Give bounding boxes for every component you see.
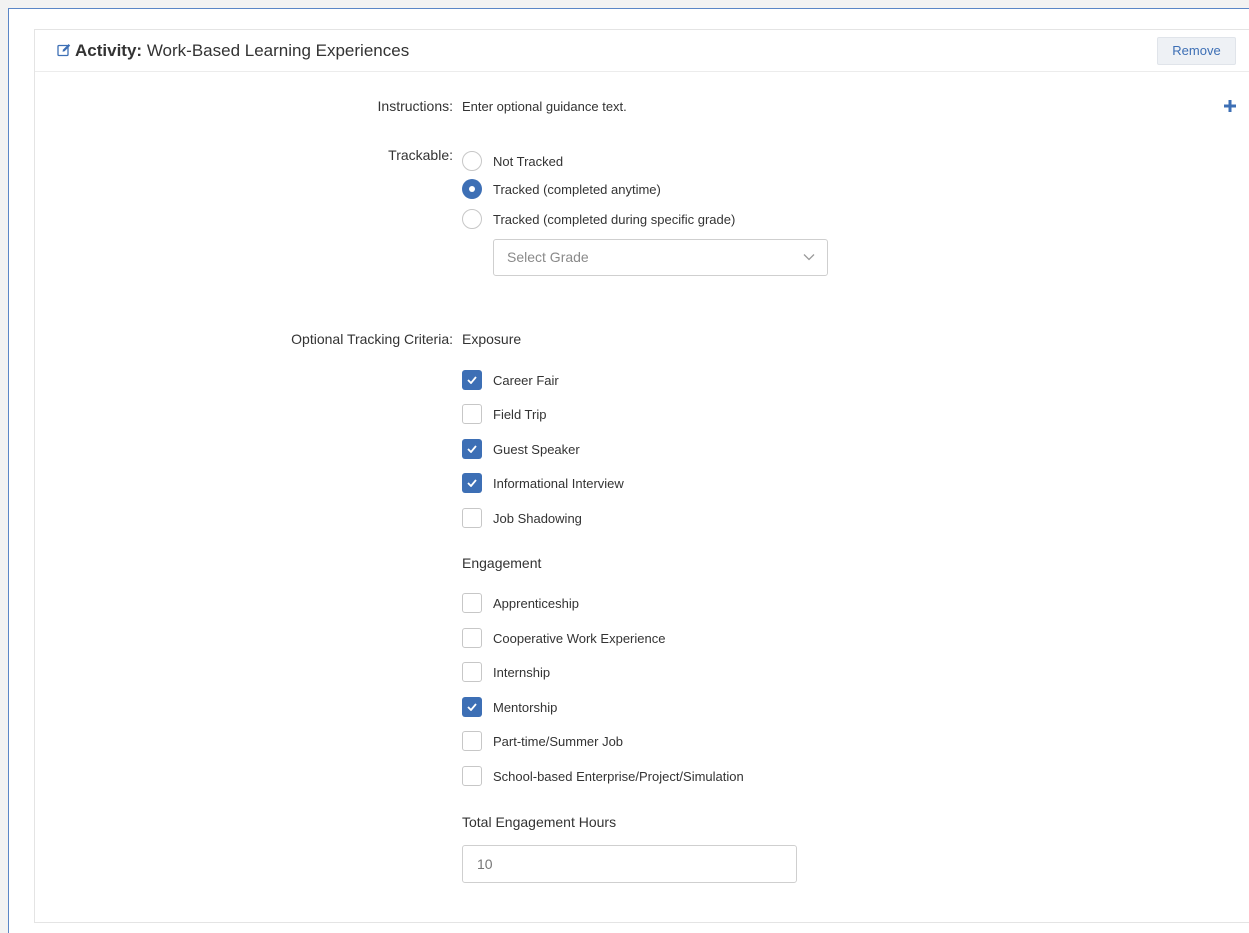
chevron-down-icon <box>803 254 815 261</box>
radio-button-selected[interactable] <box>462 179 482 199</box>
checkbox[interactable] <box>462 731 482 751</box>
checkbox-internship[interactable]: Internship <box>462 661 550 683</box>
checkbox-label: Job Shadowing <box>493 510 582 526</box>
checkbox-field-trip[interactable]: Field Trip <box>462 403 546 425</box>
checkbox-checked[interactable] <box>462 370 482 390</box>
checkbox-label: Part-time/Summer Job <box>493 733 624 749</box>
trackable-label: Trackable: <box>388 147 453 163</box>
checkbox-school-based-enterprise[interactable]: School-based Enterprise/Project/Simulati… <box>462 765 744 787</box>
radio-tracked-specific-grade[interactable]: Tracked (completed during specific grade… <box>462 208 735 230</box>
exposure-heading: Exposure <box>462 331 522 347</box>
checkbox[interactable] <box>462 593 482 613</box>
engagement-hours-input[interactable] <box>462 845 797 883</box>
radio-label: Tracked (completed during specific grade… <box>493 211 736 227</box>
checkbox-guest-speaker[interactable]: Guest Speaker <box>462 438 580 460</box>
radio-button[interactable] <box>462 209 482 229</box>
check-icon <box>467 703 477 711</box>
remove-button[interactable]: Remove <box>1157 37 1236 65</box>
instructions-text[interactable]: Enter optional guidance text. <box>462 99 627 114</box>
check-icon <box>467 479 477 487</box>
check-icon <box>467 376 477 384</box>
checkbox-career-fair[interactable]: Career Fair <box>462 369 559 391</box>
radio-label: Not Tracked <box>493 153 564 169</box>
checkbox-mentorship[interactable]: Mentorship <box>462 696 557 718</box>
activity-card: Activity: Work-Based Learning Experience… <box>34 29 1249 923</box>
checkbox-apprenticeship[interactable]: Apprenticeship <box>462 592 579 614</box>
radio-not-tracked[interactable]: Not Tracked <box>462 150 563 172</box>
checkbox-checked[interactable] <box>462 697 482 717</box>
checkbox[interactable] <box>462 508 482 528</box>
checkbox[interactable] <box>462 404 482 424</box>
checkbox-label: Field Trip <box>493 406 547 422</box>
checkbox-label: School-based Enterprise/Project/Simulati… <box>493 768 744 784</box>
instructions-label: Instructions: <box>377 98 453 114</box>
checkbox-label: Informational Interview <box>493 475 624 491</box>
radio-tracked-anytime[interactable]: Tracked (completed anytime) <box>462 178 661 200</box>
activity-title-prefix: Activity: <box>75 41 143 60</box>
checkbox[interactable] <box>462 662 482 682</box>
grade-select-placeholder: Select Grade <box>507 249 589 265</box>
radio-button[interactable] <box>462 151 482 171</box>
checkbox-checked[interactable] <box>462 439 482 459</box>
activity-title: Activity: Work-Based Learning Experience… <box>57 41 409 61</box>
checkbox-label: Cooperative Work Experience <box>493 630 666 646</box>
card-header: Activity: Work-Based Learning Experience… <box>35 30 1249 72</box>
checkbox-label: Mentorship <box>493 699 558 715</box>
activity-title-text: Work-Based Learning Experiences <box>146 41 410 60</box>
edit-icon <box>57 44 71 57</box>
checkbox-checked[interactable] <box>462 473 482 493</box>
checkbox[interactable] <box>462 628 482 648</box>
page-frame: Activity: Work-Based Learning Experience… <box>8 8 1249 933</box>
checkbox-label: Guest Speaker <box>493 441 580 457</box>
checkbox-label: Apprenticeship <box>493 595 579 611</box>
checkbox-label: Career Fair <box>493 372 559 388</box>
engagement-heading: Engagement <box>462 555 542 571</box>
plus-icon[interactable] <box>1223 99 1237 113</box>
checkbox[interactable] <box>462 766 482 786</box>
radio-label: Tracked (completed anytime) <box>493 181 661 197</box>
checkbox-informational-interview[interactable]: Informational Interview <box>462 472 624 494</box>
checkbox-label: Internship <box>493 664 551 680</box>
hours-label: Total Engagement Hours <box>462 814 617 830</box>
checkbox-cooperative-work-experience[interactable]: Cooperative Work Experience <box>462 627 665 649</box>
criteria-label: Optional Tracking Criteria: <box>291 331 453 347</box>
grade-select[interactable]: Select Grade <box>493 239 828 276</box>
checkbox-job-shadowing[interactable]: Job Shadowing <box>462 507 582 529</box>
checkbox-part-time-summer-job[interactable]: Part-time/Summer Job <box>462 730 623 752</box>
check-icon <box>467 445 477 453</box>
